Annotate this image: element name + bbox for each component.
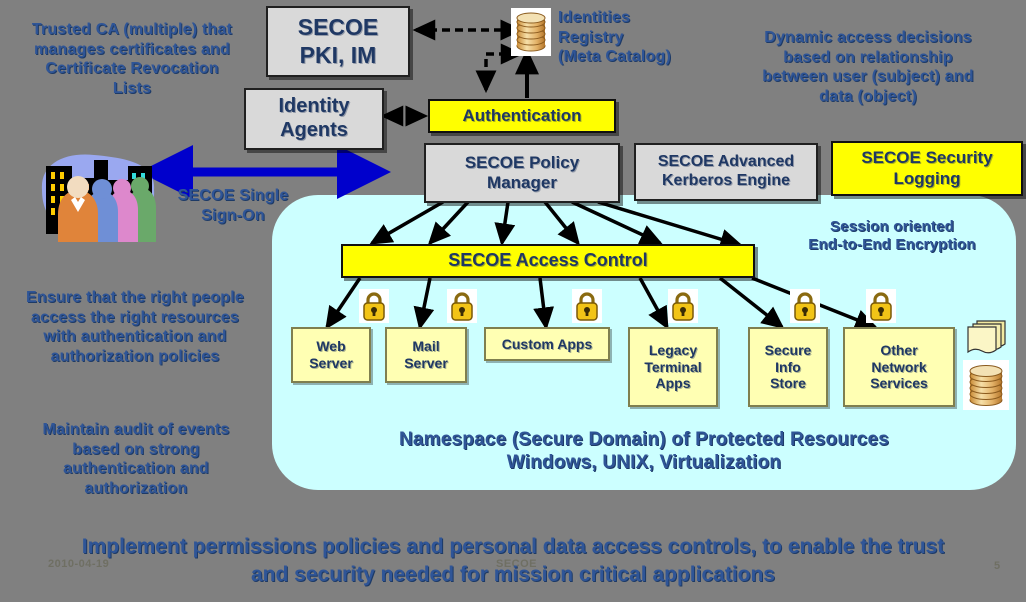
resource-database-icon xyxy=(963,360,1009,410)
resource-box-legacy-terminal-apps[interactable]: Legacy Terminal Apps xyxy=(628,327,718,407)
caption-bottom-statement: Implement permissions policies and perso… xyxy=(81,535,945,587)
padlock-icon-2 xyxy=(447,289,477,323)
caption-single-sign-on: SECOE Single Sign-On xyxy=(177,187,289,224)
box-secoe-policy-manager[interactable]: SECOE Policy Manager xyxy=(424,143,620,203)
padlock-icon-4 xyxy=(668,289,698,323)
caption-trusted-ca: Trusted CA (multiple) that manages certi… xyxy=(31,21,233,97)
caption-namespace: Namespace (Secure Domain) of Protected R… xyxy=(398,429,890,474)
resource-box-secure-info-store[interactable]: Secure Info Store xyxy=(748,327,828,407)
box-secoe-access-control[interactable]: SECOE Access Control xyxy=(341,244,755,278)
people-city-icon xyxy=(41,154,156,242)
resource-box-mail-server[interactable]: Mail Server xyxy=(385,327,467,383)
resource-box-custom-apps[interactable]: Custom Apps xyxy=(484,327,610,361)
slide-canvas: Trusted CA (multiple) that manages certi… xyxy=(0,0,1026,602)
resource-box-other-network-services[interactable]: Other Network Services xyxy=(843,327,955,407)
padlock-icon-1 xyxy=(359,289,389,323)
identities-registry-db xyxy=(511,8,551,56)
caption-dynamic-access: Dynamic access decisions based on relati… xyxy=(762,29,974,105)
box-security-logging[interactable]: SECOE Security Logging xyxy=(831,141,1023,196)
padlock-icon-6 xyxy=(866,289,896,323)
people-and-city-clipart xyxy=(36,146,164,244)
box-kerberos-engine[interactable]: SECOE Advanced Kerberos Engine xyxy=(634,143,818,201)
stacked-documents-icon xyxy=(963,318,1011,360)
padlock-icon-3 xyxy=(572,289,602,323)
box-authentication[interactable]: Authentication xyxy=(428,99,616,133)
resource-box-web-server[interactable]: Web Server xyxy=(291,327,371,383)
caption-session-encryption: Session oriented End-to-End Encryption xyxy=(808,218,976,254)
caption-ensure-right-people: Ensure that the right people access the … xyxy=(25,289,245,365)
caption-maintain-audit: Maintain audit of events based on strong… xyxy=(42,421,230,497)
padlock-icon-5 xyxy=(790,289,820,323)
database-cylinder-icon xyxy=(516,12,546,52)
box-identity-agents[interactable]: Identity Agents xyxy=(244,88,384,150)
caption-identities-registry: Identities Registry (Meta Catalog) xyxy=(558,9,672,66)
box-secoe-pki-im[interactable]: SECOE PKI, IM xyxy=(266,6,410,77)
